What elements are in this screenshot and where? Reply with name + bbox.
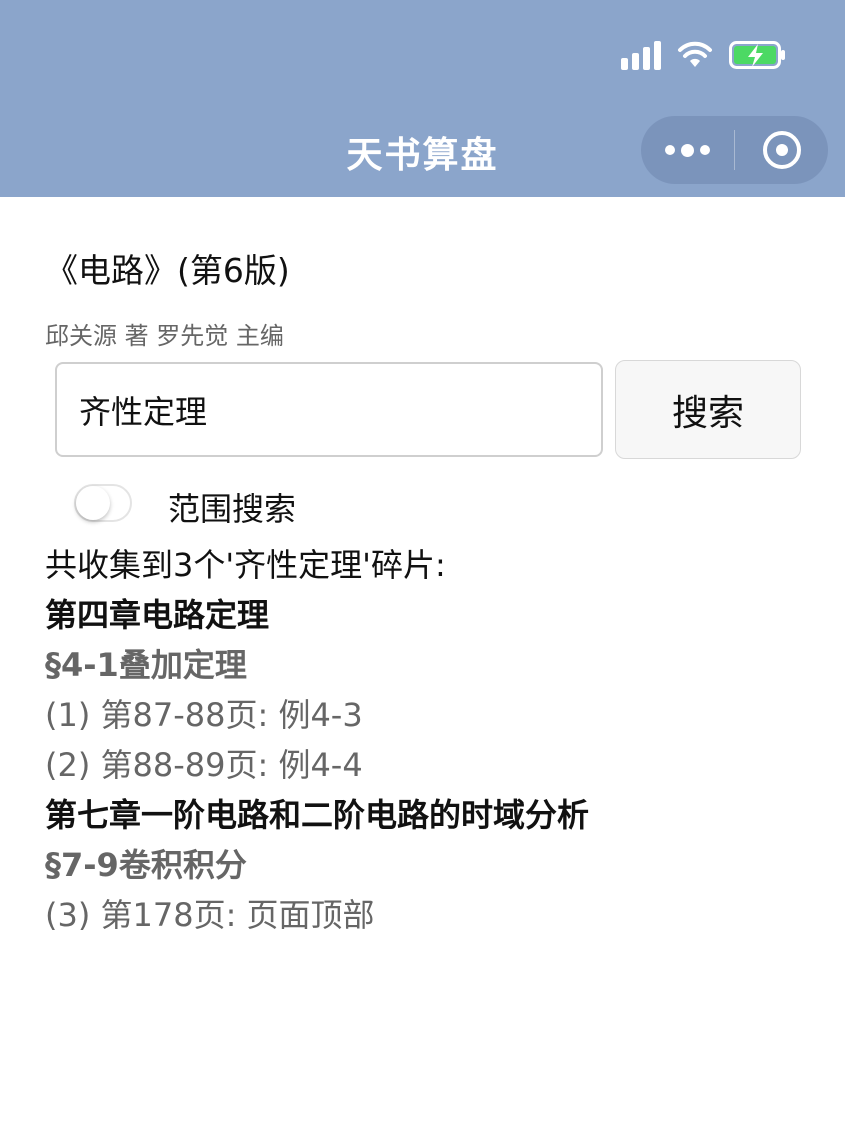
- range-search-label: 范围搜索: [168, 490, 297, 528]
- title-bar: 天书算盘: [0, 0, 845, 197]
- search-input-value: 齐性定理: [79, 392, 208, 431]
- mini-program-capsule: [641, 116, 828, 184]
- wifi-icon: [677, 41, 713, 69]
- result-chapter: 第七章一阶电路和二阶电路的时域分析: [45, 796, 590, 834]
- more-dots-icon[interactable]: [641, 116, 734, 184]
- signal-icon: [621, 40, 661, 70]
- result-chapter: 第四章电路定理: [45, 596, 270, 634]
- search-results: 共收集到3个'齐性定理'碎片: 第四章电路定理 §4-1叠加定理 (1) 第87…: [45, 540, 825, 940]
- result-entry[interactable]: (3) 第178页: 页面顶部: [45, 890, 825, 940]
- result-section: §4-1叠加定理: [45, 646, 247, 684]
- result-section: §7-9卷积积分: [45, 846, 247, 884]
- range-search-toggle[interactable]: [74, 484, 132, 522]
- book-authors: 邱关源 著 罗先觉 主编: [45, 322, 284, 350]
- target-close-icon[interactable]: [735, 116, 828, 184]
- search-input[interactable]: 齐性定理: [55, 362, 603, 457]
- result-entry[interactable]: (2) 第88-89页: 例4-4: [45, 740, 825, 790]
- book-title: 《电路》(第6版): [45, 251, 290, 290]
- battery-charging-icon: [729, 40, 787, 70]
- toggle-knob: [76, 486, 110, 520]
- status-bar: [621, 40, 787, 70]
- results-summary: 共收集到3个'齐性定理'碎片:: [45, 546, 446, 584]
- search-button[interactable]: 搜索: [615, 360, 801, 459]
- result-entry[interactable]: (1) 第87-88页: 例4-3: [45, 690, 825, 740]
